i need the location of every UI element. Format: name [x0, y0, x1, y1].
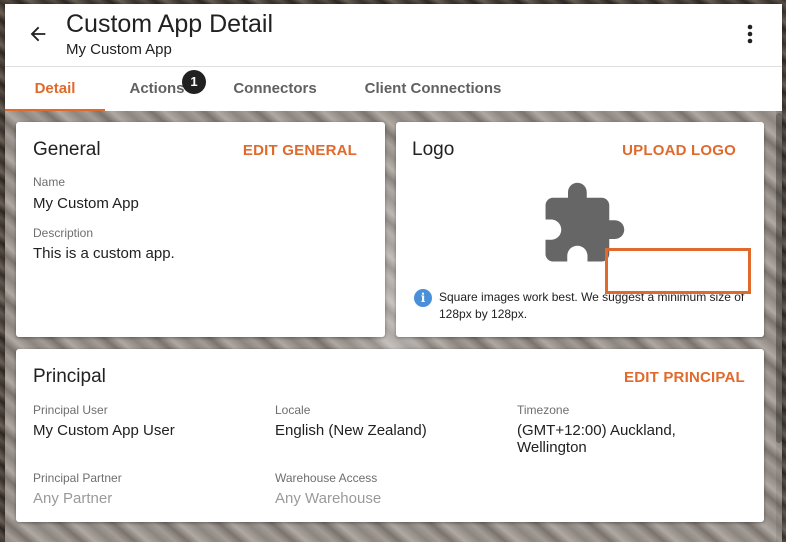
arrow-left-icon	[30, 26, 46, 42]
timezone-label: Timezone	[517, 403, 570, 417]
page-title: Custom App Detail	[66, 10, 274, 38]
more-menu-button[interactable]	[738, 21, 762, 47]
general-card-title: General	[33, 139, 101, 160]
edit-general-button[interactable]: EDIT GENERAL	[243, 142, 357, 159]
logo-info-text: Square images work best. We suggest a mi…	[439, 290, 745, 321]
warehouse-access-label: Warehouse Access	[275, 471, 378, 485]
principal-card-title: Principal	[33, 366, 106, 387]
tab-client-connections[interactable]: Client Connections	[361, 67, 505, 111]
locale-value: English (New Zealand)	[275, 422, 427, 439]
back-button[interactable]	[25, 21, 51, 47]
principal-partner-value: Any Partner	[33, 490, 113, 507]
upload-logo-button[interactable]: UPLOAD LOGO	[622, 142, 736, 159]
tab-connectors[interactable]: Connectors	[227, 67, 323, 111]
more-vertical-icon	[747, 24, 753, 44]
info-icon: i	[414, 289, 432, 307]
page-subtitle: My Custom App	[66, 41, 172, 58]
content-scrollbar[interactable]	[776, 111, 782, 542]
description-value: This is a custom app.	[33, 245, 175, 262]
general-card: General EDIT GENERAL Name My Custom App …	[16, 122, 385, 337]
tab-detail[interactable]: Detail	[5, 67, 105, 112]
tab-actions-label: Actions	[129, 80, 185, 97]
principal-user-label: Principal User	[33, 403, 108, 417]
principal-partner-label: Principal Partner	[33, 471, 122, 485]
principal-user-value: My Custom App User	[33, 422, 175, 439]
tab-bar: Detail Actions 1 Connectors Client Conne…	[5, 66, 782, 112]
tab-client-connections-label: Client Connections	[364, 80, 502, 97]
warehouse-access-value: Any Warehouse	[275, 490, 382, 507]
locale-label: Locale	[275, 403, 311, 417]
tab-connectors-label: Connectors	[233, 80, 317, 97]
logo-card-title: Logo	[412, 139, 455, 160]
edit-principal-button[interactable]: EDIT PRINCIPAL	[624, 369, 745, 386]
app-window: Custom App Detail My Custom App Detail A…	[5, 4, 782, 542]
name-label: Name	[33, 175, 66, 189]
principal-card: Principal EDIT PRINCIPAL Principal User …	[16, 349, 764, 522]
logo-card: Logo UPLOAD LOGO i Square images work be…	[396, 122, 764, 337]
actions-count-badge: 1	[182, 70, 206, 94]
tab-detail-label: Detail	[34, 80, 76, 97]
scrollbar-thumb[interactable]	[776, 113, 782, 443]
page-header: Custom App Detail My Custom App	[5, 4, 782, 66]
description-label: Description	[33, 226, 94, 240]
timezone-value: (GMT+12:00) Auckland, Wellington	[517, 422, 676, 456]
edit-principal-highlight	[605, 248, 751, 294]
name-value: My Custom App	[33, 195, 139, 212]
